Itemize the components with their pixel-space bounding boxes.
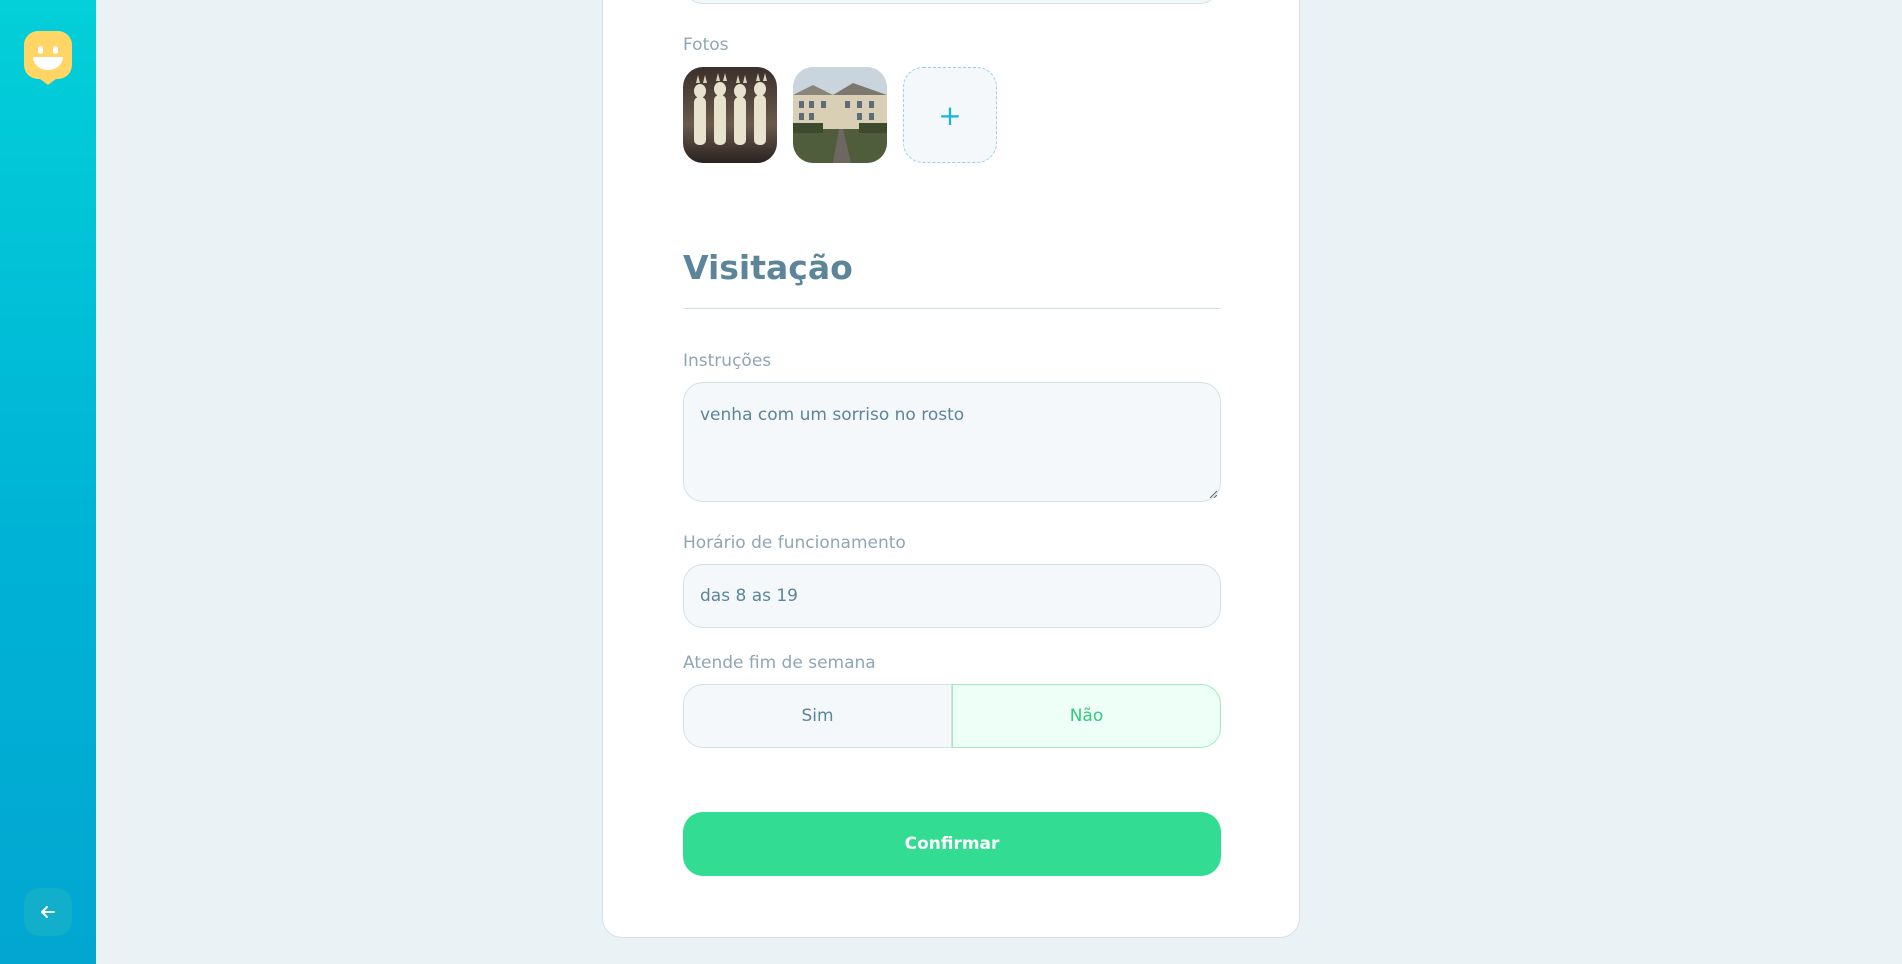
hours-value: das 8 as 19	[700, 586, 798, 606]
resize-handle-icon[interactable]	[1209, 490, 1217, 498]
hours-label: Horário de funcionamento	[683, 533, 906, 553]
arrow-left-icon	[41, 906, 55, 918]
weekend-yes-button[interactable]: Sim	[683, 684, 952, 748]
weekend-label: Atende fim de semana	[683, 653, 876, 673]
confirm-button[interactable]: Confirmar	[683, 812, 1221, 876]
happy-face-logo-icon[interactable]	[24, 31, 72, 85]
sidebar	[0, 0, 96, 964]
plus-icon: +	[938, 98, 962, 132]
photos-label: Fotos	[683, 35, 729, 55]
add-photo-button[interactable]: +	[903, 67, 997, 163]
weekend-toggle: Sim Não	[683, 684, 1221, 748]
section-title: Visitação	[683, 248, 853, 287]
section-divider	[683, 308, 1221, 309]
photo-thumbnail[interactable]	[793, 67, 887, 163]
instructions-value: venha com um sorriso no rosto	[700, 405, 965, 425]
about-textarea[interactable]	[683, 0, 1220, 4]
weekend-no-button[interactable]: Não	[952, 684, 1221, 748]
create-orphanage-form: Fotos + Visitação Instruções venha com u…	[602, 0, 1300, 938]
instructions-textarea[interactable]: venha com um sorriso no rosto	[683, 382, 1221, 502]
hours-input[interactable]: das 8 as 19	[683, 564, 1221, 628]
back-button[interactable]	[24, 888, 72, 936]
instructions-label: Instruções	[683, 351, 772, 371]
photo-thumbnail[interactable]	[683, 67, 777, 163]
